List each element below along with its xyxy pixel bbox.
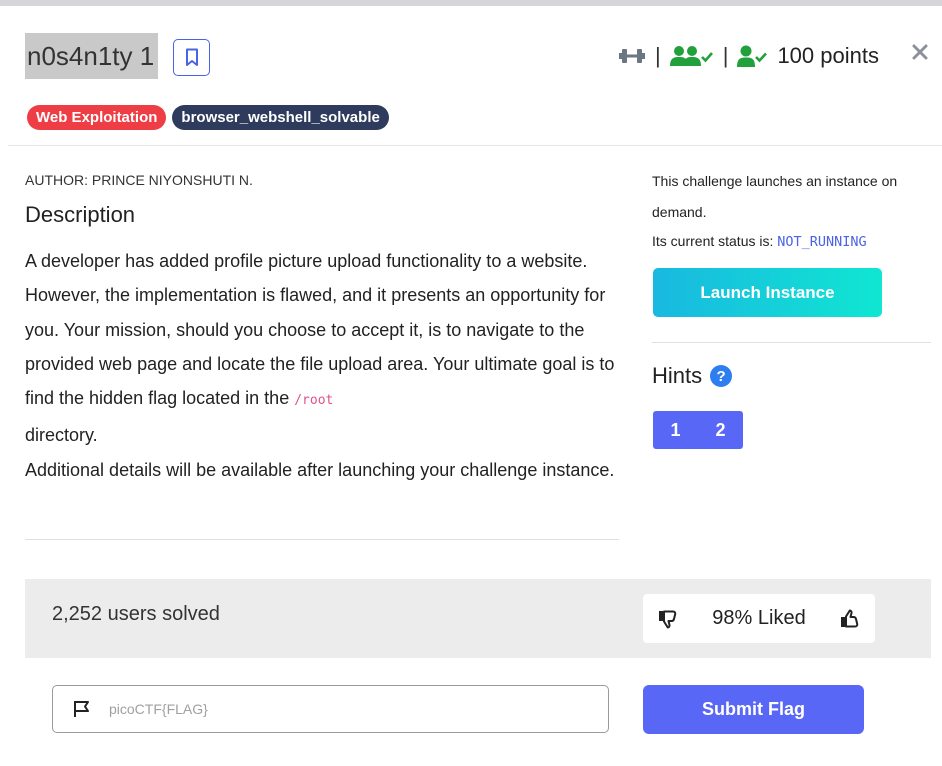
top-border (0, 0, 942, 6)
tag-list: Web Exploitation browser_webshell_solvab… (27, 105, 389, 130)
bookmark-button[interactable] (173, 39, 210, 76)
hint-button-1[interactable]: 1 (653, 411, 698, 449)
root-path-code: /root (294, 393, 334, 409)
submit-flag-button[interactable]: Submit Flag (643, 685, 864, 734)
thumbs-down-icon[interactable] (657, 609, 679, 629)
divider (25, 539, 619, 540)
divider (8, 145, 942, 146)
stats-separator: | (655, 43, 661, 68)
hint-button-2[interactable]: 2 (698, 411, 743, 449)
bookmark-icon (185, 48, 198, 66)
status-label: Its current status is: (652, 233, 774, 249)
description-text: directory. (25, 425, 98, 446)
divider (652, 342, 931, 343)
flag-icon (74, 701, 89, 717)
users-check-icon (669, 46, 713, 66)
description-heading: Description (25, 202, 136, 227)
dumbbell-icon (619, 49, 645, 63)
liked-percentage: 98% Liked (712, 607, 806, 629)
instance-info: This challenge launches an instance on d… (652, 173, 898, 220)
stats-separator: | (722, 43, 729, 68)
tag-category[interactable]: Web Exploitation (27, 105, 167, 130)
help-icon[interactable]: ? (710, 365, 733, 387)
description-body: A developer has added profile picture up… (25, 244, 625, 487)
user-check-icon (737, 45, 768, 67)
solved-count: 2,252 users solved (52, 603, 220, 625)
description-text: A developer has added profile picture up… (25, 251, 615, 409)
author-label: AUTHOR: PRINCE NIYONSHUTI N. (25, 172, 253, 188)
close-button[interactable] (906, 38, 934, 66)
challenge-title: n0s4n1ty 1 (25, 33, 159, 79)
description-text: Additional details will be available aft… (25, 459, 615, 480)
hints-title: Hints (652, 363, 703, 388)
close-icon (912, 44, 928, 60)
points-label: 100 points (777, 43, 879, 68)
tag-feature[interactable]: browser_webshell_solvable (172, 105, 389, 130)
launch-instance-button[interactable]: Launch Instance (653, 268, 882, 317)
instance-status: Its current status is: NOT_RUNNING (652, 227, 867, 256)
hint-buttons: 1 2 (653, 411, 743, 449)
challenge-stats: | | 100 points (618, 38, 879, 74)
status-value: NOT_RUNNING (777, 234, 867, 250)
likes-panel: 98% Liked (643, 594, 875, 643)
flag-input[interactable] (109, 701, 529, 717)
hints-heading: Hints ? (652, 363, 733, 389)
flag-field[interactable] (52, 685, 609, 733)
thumbs-up-icon[interactable] (839, 609, 861, 629)
